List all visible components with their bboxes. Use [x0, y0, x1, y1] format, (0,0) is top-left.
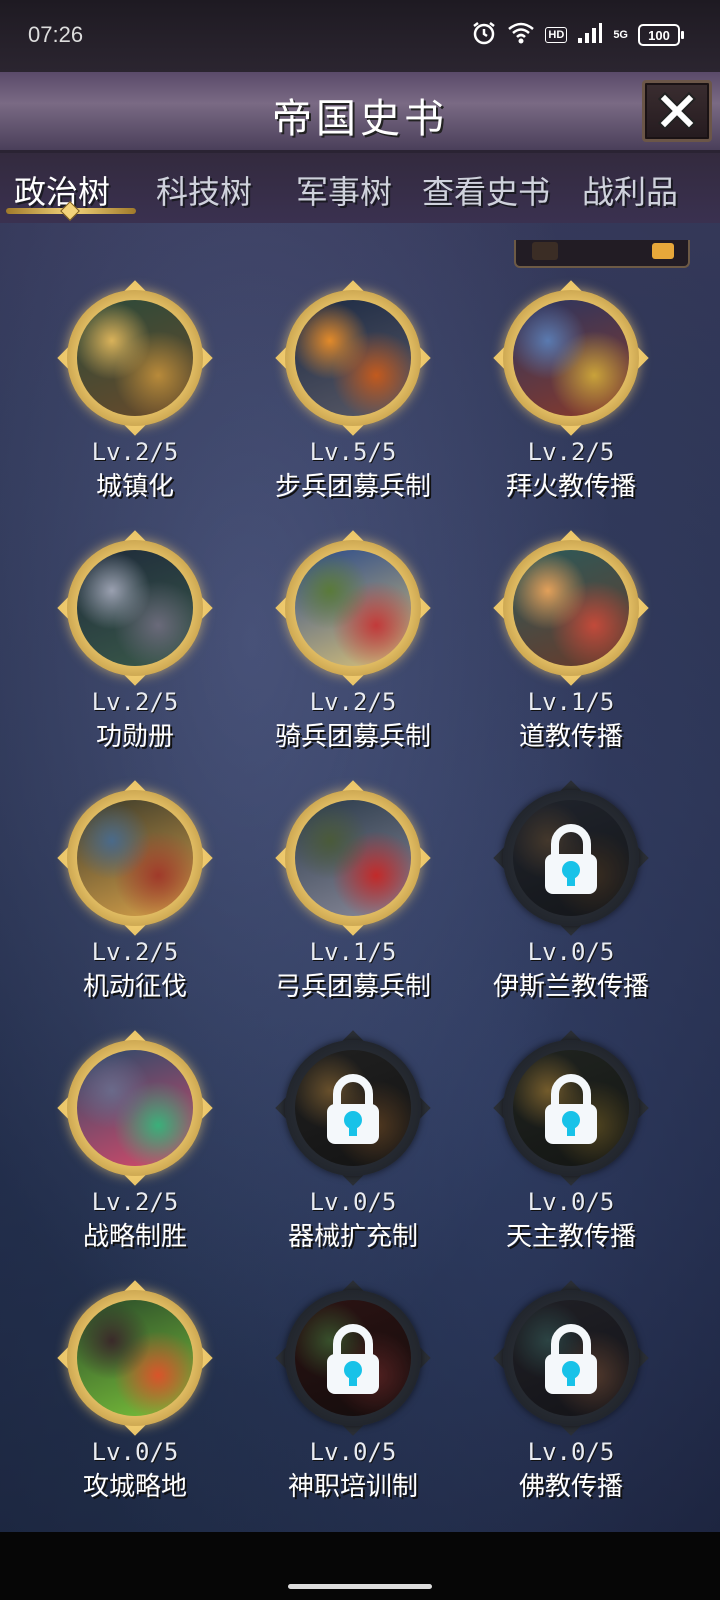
policy-medallion[interactable] [275, 780, 431, 936]
policy-node[interactable]: Lv.1/5 弓兵团募兵制 [253, 780, 453, 1010]
network-type: 5G [613, 29, 628, 41]
policy-node[interactable]: Lv.2/5 功勋册 [35, 530, 235, 760]
signal-icon [577, 22, 603, 48]
page-title: 帝国史书 [272, 96, 448, 142]
tab-military-tree[interactable]: 军事树 [296, 167, 392, 213]
policy-level: Lv.0/5 [309, 1188, 397, 1216]
hd-badge: HD [545, 27, 568, 43]
header-bar: 帝国史书 [0, 72, 720, 153]
tab-politics-tree[interactable]: 政治树 [14, 167, 110, 213]
policy-node[interactable]: Lv.2/5 战略制胜 [35, 1030, 235, 1260]
policy-level: Lv.2/5 [91, 688, 179, 716]
policy-artwork [77, 550, 193, 666]
resource-gem-icon [532, 242, 558, 260]
policy-name: 步兵团募兵制 [274, 472, 431, 502]
policy-level: Lv.0/5 [527, 1438, 615, 1466]
lock-icon [327, 1074, 379, 1144]
policy-level: Lv.2/5 [91, 438, 179, 466]
policy-medallion[interactable] [57, 280, 213, 436]
policy-node[interactable]: Lv.5/5 步兵团募兵制 [253, 280, 453, 510]
policy-artwork [295, 800, 411, 916]
policy-medallion[interactable] [57, 1030, 213, 1186]
policy-name: 佛教传播 [518, 1472, 623, 1502]
policy-node[interactable]: Lv.2/5 拜火教传播 [471, 280, 671, 510]
policy-medallion[interactable] [275, 530, 431, 686]
policy-name: 功勋册 [95, 722, 174, 752]
policy-level: Lv.2/5 [91, 938, 179, 966]
resource-badge [514, 240, 690, 268]
tab-tech-tree[interactable]: 科技树 [156, 167, 252, 213]
policy-artwork [77, 300, 193, 416]
policy-artwork [77, 1050, 193, 1166]
policy-medallion[interactable] [493, 530, 649, 686]
policy-name: 弓兵团募兵制 [274, 972, 431, 1002]
policy-node[interactable]: Lv.2/5 骑兵团募兵制 [253, 530, 453, 760]
locked-medallion[interactable] [493, 780, 649, 936]
tab-spoils[interactable]: 战利品 [582, 167, 678, 213]
policy-level: Lv.0/5 [91, 1438, 179, 1466]
policy-node[interactable]: Lv.0/5 天主教传播 [471, 1030, 671, 1260]
locked-medallion[interactable] [493, 1030, 649, 1186]
policy-name: 战略制胜 [82, 1222, 187, 1252]
wifi-icon [507, 21, 535, 49]
policy-level: Lv.0/5 [527, 1188, 615, 1216]
policy-name: 器械扩充制 [287, 1222, 418, 1252]
policy-level: Lv.1/5 [309, 938, 397, 966]
resource-coin-icon [652, 243, 674, 259]
policy-level: Lv.1/5 [527, 688, 615, 716]
policy-node[interactable]: Lv.0/5 伊斯兰教传播 [471, 780, 671, 1010]
policy-artwork [77, 800, 193, 916]
policy-level: Lv.2/5 [309, 688, 397, 716]
policy-name: 天主教传播 [505, 1222, 636, 1252]
policy-name: 城镇化 [95, 472, 174, 502]
lock-icon [545, 1074, 597, 1144]
policy-name: 道教传播 [518, 722, 623, 752]
policy-node[interactable]: Lv.0/5 神职培训制 [253, 1280, 453, 1510]
policy-name: 伊斯兰教传播 [492, 972, 649, 1002]
policy-name: 神职培训制 [287, 1472, 418, 1502]
policy-artwork [77, 1300, 193, 1416]
policy-artwork [513, 300, 629, 416]
lock-icon [545, 1324, 597, 1394]
alarm-icon [471, 20, 497, 50]
policy-name: 拜火教传播 [505, 472, 636, 502]
locked-medallion[interactable] [493, 1280, 649, 1436]
tab-view-history[interactable]: 查看史书 [422, 167, 550, 213]
policy-artwork [513, 550, 629, 666]
lock-icon [545, 824, 597, 894]
policy-artwork [295, 550, 411, 666]
policy-node[interactable]: Lv.0/5 佛教传播 [471, 1280, 671, 1510]
policy-name: 骑兵团募兵制 [274, 722, 431, 752]
policy-level: Lv.2/5 [91, 1188, 179, 1216]
policy-name: 攻城略地 [82, 1472, 187, 1502]
status-icons: HD 5G 100 [471, 20, 684, 50]
policy-level: Lv.0/5 [309, 1438, 397, 1466]
policy-node[interactable]: Lv.0/5 攻城略地 [35, 1280, 235, 1510]
status-time: 07:26 [28, 22, 84, 47]
navigation-bar [0, 1532, 720, 1600]
close-button[interactable] [642, 80, 712, 142]
policy-level: Lv.5/5 [309, 438, 397, 466]
policy-name: 机动征伐 [82, 972, 187, 1002]
status-bar: 07:26 HD 5G 100 [0, 0, 720, 72]
locked-medallion[interactable] [275, 1280, 431, 1436]
policy-node[interactable]: Lv.0/5 器械扩充制 [253, 1030, 453, 1260]
battery-level: 100 [648, 27, 670, 43]
policy-level: Lv.2/5 [527, 438, 615, 466]
battery-indicator: 100 [638, 24, 684, 46]
policy-artwork [295, 300, 411, 416]
policy-node[interactable]: Lv.2/5 机动征伐 [35, 780, 235, 1010]
policy-medallion[interactable] [493, 280, 649, 436]
policy-medallion[interactable] [57, 780, 213, 936]
policy-node[interactable]: Lv.1/5 道教传播 [471, 530, 671, 760]
policy-level: Lv.0/5 [527, 938, 615, 966]
policy-medallion[interactable] [275, 280, 431, 436]
locked-medallion[interactable] [275, 1030, 431, 1186]
policy-node[interactable]: Lv.2/5 城镇化 [35, 280, 235, 510]
policy-medallion[interactable] [57, 530, 213, 686]
policy-medallion[interactable] [57, 1280, 213, 1436]
close-icon [657, 91, 697, 131]
home-indicator[interactable] [288, 1584, 432, 1589]
lock-icon [327, 1324, 379, 1394]
